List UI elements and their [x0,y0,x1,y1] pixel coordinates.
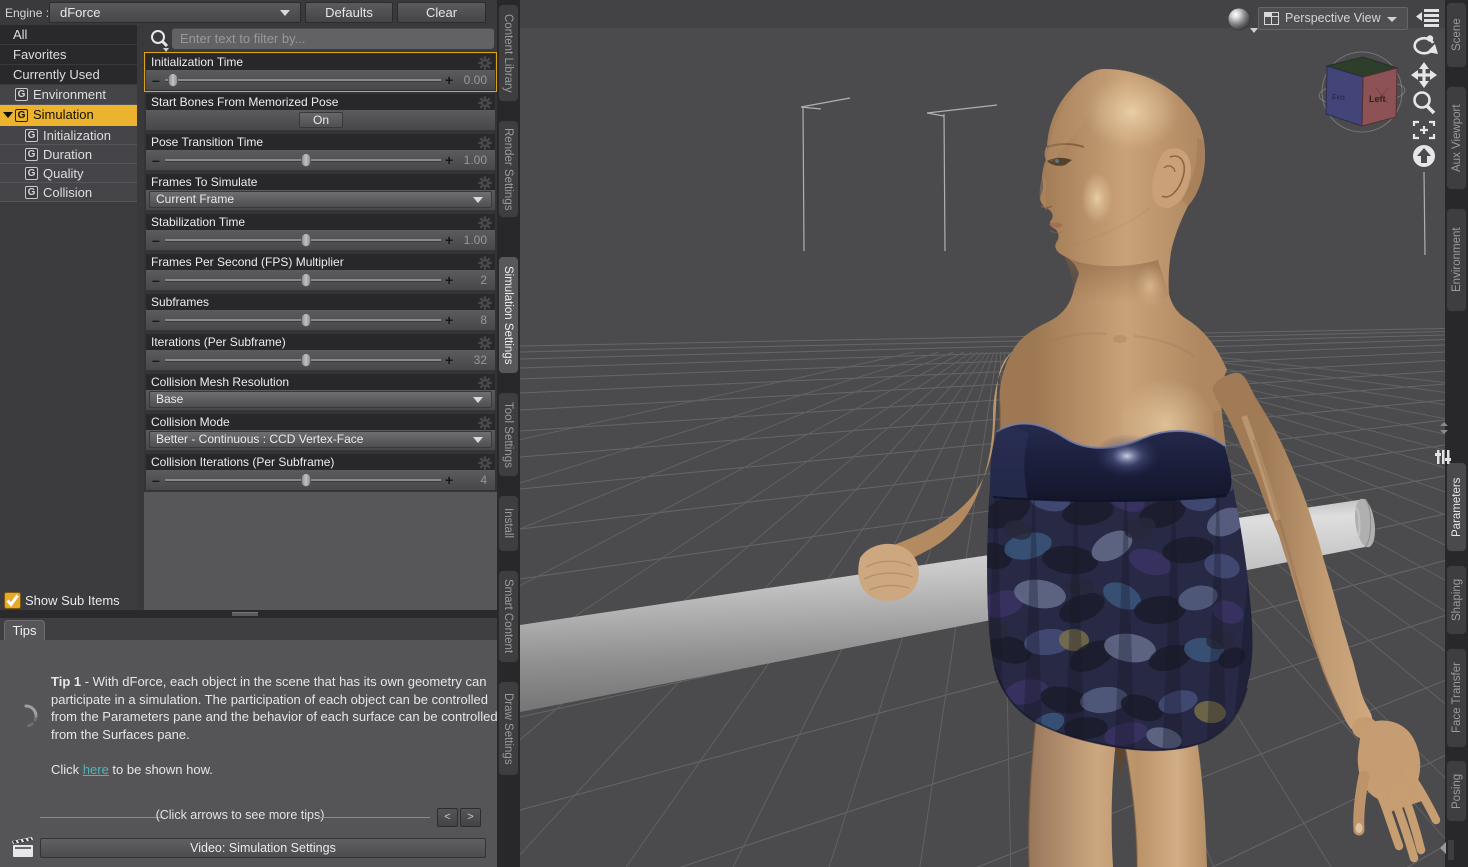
svg-text:Fro: Fro [1332,93,1345,102]
svg-text:Left: Left [1369,94,1386,104]
